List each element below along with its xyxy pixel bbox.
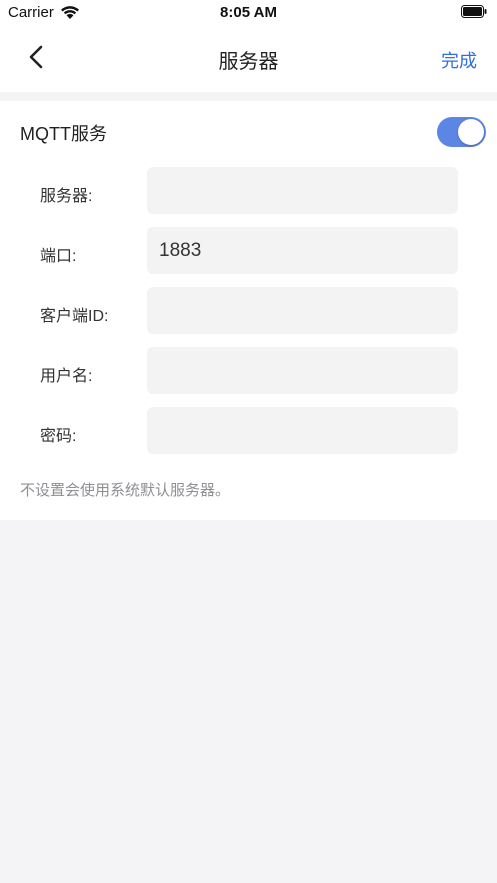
client-id-label: 客户端ID: (40, 308, 109, 325)
username-input[interactable] (147, 347, 458, 394)
server-input[interactable] (147, 167, 458, 214)
default-server-hint: 不设置会使用系统默认服务器。 (20, 482, 231, 499)
clock: 8:05 AM (220, 4, 277, 21)
navigation-bar: 服务器 完成 (0, 26, 497, 92)
toggle-knob (458, 119, 484, 145)
mqtt-service-toggle[interactable] (437, 117, 486, 147)
mqtt-settings-card: MQTT服务 服务器: 端口: 客户端ID: 用户名: 密码: 不设置会使用系统… (0, 101, 497, 520)
mqtt-service-label: MQTT服务 (20, 124, 107, 144)
port-label: 端口: (40, 248, 77, 265)
done-button[interactable]: 完成 (441, 47, 477, 73)
battery-icon (461, 5, 487, 18)
username-label: 用户名: (40, 368, 93, 385)
client-id-input[interactable] (147, 287, 458, 334)
server-label: 服务器: (40, 188, 93, 205)
page-title: 服务器 (218, 51, 279, 73)
password-input[interactable] (147, 407, 458, 454)
password-label: 密码: (40, 428, 77, 445)
status-bar: Carrier 8:05 AM (0, 0, 497, 26)
port-input[interactable] (147, 227, 458, 274)
